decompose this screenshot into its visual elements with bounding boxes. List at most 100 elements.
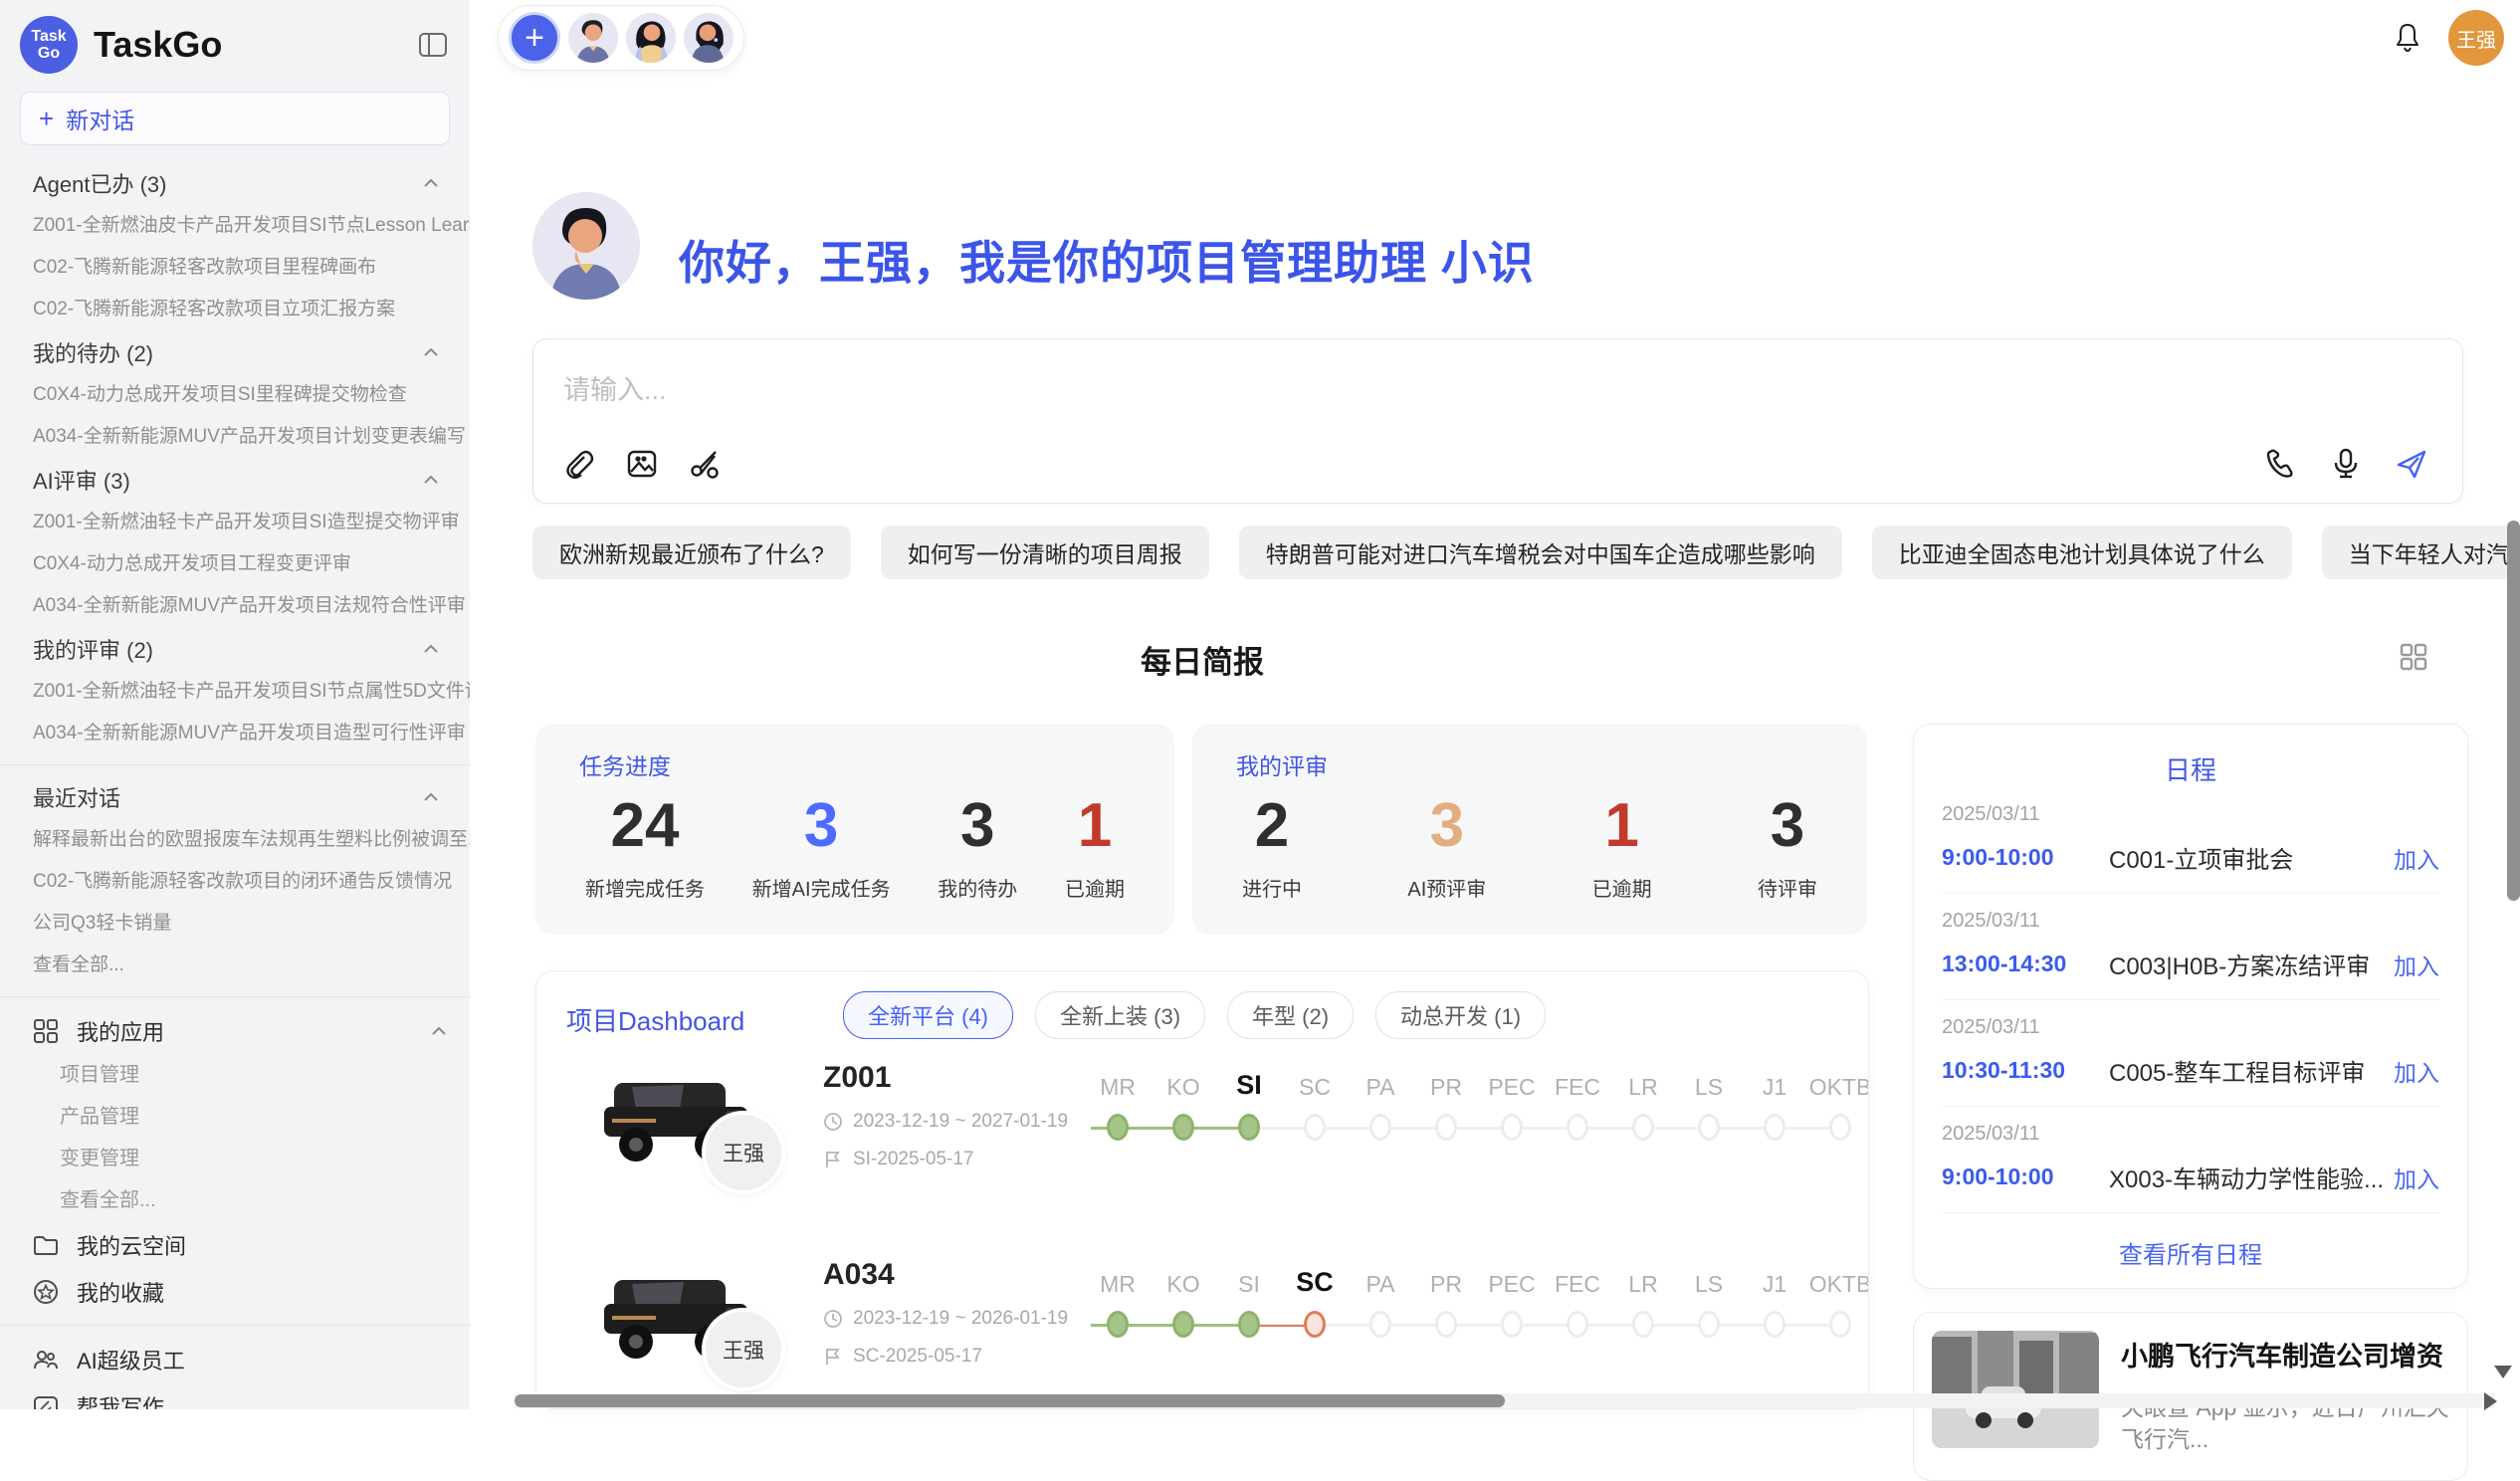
milestone-dot[interactable]	[1435, 1114, 1457, 1141]
milestone-dot-alert[interactable]	[1304, 1311, 1326, 1338]
conversation-item[interactable]: 公司Q3轻卡销量	[0, 903, 470, 945]
app-item-project-mgmt[interactable]: 项目管理	[0, 1054, 470, 1096]
sidebar-item-help-write[interactable]: 帮我写作	[0, 1382, 470, 1409]
milestone-dot[interactable]	[1369, 1114, 1391, 1141]
milestone-dot[interactable]	[1632, 1114, 1654, 1141]
schedule-event-title[interactable]: C005-整车工程目标评审	[2109, 1053, 2394, 1088]
project-row[interactable]: 王强 Z001 2023-12-19 ~ 2027-01-19 SI-2025-…	[566, 1057, 1844, 1234]
news-title[interactable]: 小鹏飞行汽车制造公司增资	[2121, 1335, 2449, 1374]
join-button[interactable]: 加入	[2394, 1054, 2439, 1088]
chevron-up-icon[interactable]	[428, 1020, 450, 1042]
schedule-event-title[interactable]: X003-车辆动力学性能验...	[2109, 1160, 2394, 1194]
scroll-down-arrow[interactable]	[2494, 1366, 2512, 1378]
section-my-review[interactable]: 我的评审 (2)	[0, 627, 470, 671]
section-recent-chats[interactable]: 最近对话	[0, 775, 470, 819]
milestone-dot[interactable]	[1764, 1114, 1785, 1141]
conversation-item[interactable]: A034-全新新能源MUV产品开发项目计划变更表编写	[0, 416, 470, 458]
milestone-dot[interactable]	[1764, 1311, 1785, 1338]
join-button[interactable]: 加入	[2394, 948, 2439, 981]
chat-input[interactable]	[561, 367, 2058, 413]
join-button[interactable]: 加入	[2394, 841, 2439, 875]
conversation-item[interactable]: C0X4-动力总成开发项目SI里程碑提交物检查	[0, 374, 470, 416]
image-icon[interactable]	[625, 447, 659, 481]
milestone-dot[interactable]	[1369, 1311, 1391, 1338]
project-name[interactable]: Z001	[823, 1061, 1068, 1095]
milestone-dot-current[interactable]	[1238, 1114, 1260, 1141]
sidebar-item-cloud-space[interactable]: 我的云空间	[0, 1221, 470, 1268]
milestone-dot-done[interactable]	[1238, 1311, 1260, 1338]
milestone-dot-done[interactable]	[1172, 1311, 1194, 1338]
app-item-product-mgmt[interactable]: 产品管理	[0, 1096, 470, 1138]
milestone-dot-done[interactable]	[1107, 1114, 1129, 1141]
milestone-dot[interactable]	[1435, 1311, 1457, 1338]
send-icon[interactable]	[2395, 447, 2428, 481]
conversation-item[interactable]: Z001-全新燃油皮卡产品开发项目SI节点Lesson Learn报告	[0, 205, 470, 247]
layout-grid-icon[interactable]	[2399, 642, 2428, 672]
vertical-scrollbar-thumb[interactable]	[2507, 521, 2520, 901]
join-button[interactable]: 加入	[2394, 1161, 2439, 1194]
project-row[interactable]: 王强 A034 2023-12-19 ~ 2026-01-19 SC-2025-…	[566, 1254, 1844, 1409]
chevron-up-icon[interactable]	[420, 172, 442, 194]
sidebar-item-favorites[interactable]: 我的收藏	[0, 1268, 470, 1315]
view-all-schedule-link[interactable]: 查看所有日程	[1914, 1235, 2467, 1270]
milestone-dot[interactable]	[1829, 1311, 1851, 1338]
microphone-icon[interactable]	[2329, 447, 2363, 481]
suggestion-chip[interactable]: 当下年轻人对汽车外观有怎样的喜好趋势	[2322, 526, 2520, 579]
team-avatar[interactable]	[626, 13, 676, 63]
new-chat-button[interactable]: + 新对话	[20, 92, 450, 145]
notification-bell-icon[interactable]	[2393, 22, 2422, 54]
section-agent-done[interactable]: Agent已办 (3)	[0, 161, 470, 205]
app-item-change-mgmt[interactable]: 变更管理	[0, 1138, 470, 1179]
suggestion-chip[interactable]: 比亚迪全固态电池计划具体说了什么	[1872, 526, 2292, 579]
milestone-dot[interactable]	[1501, 1114, 1523, 1141]
section-my-todo[interactable]: 我的待办 (2)	[0, 330, 470, 374]
tab-new-platform[interactable]: 全新平台 (4)	[843, 991, 1013, 1039]
attachment-icon[interactable]	[561, 447, 595, 481]
schedule-event-title[interactable]: C003|H0B-方案冻结评审	[2109, 947, 2394, 981]
team-avatar[interactable]	[684, 13, 734, 63]
conversation-item[interactable]: A034-全新新能源MUV产品开发项目造型可行性评审	[0, 713, 470, 754]
conversation-item[interactable]: A034-全新新能源MUV产品开发项目法规符合性评审	[0, 585, 470, 627]
tab-powertrain[interactable]: 动总开发 (1)	[1375, 991, 1546, 1039]
add-member-button[interactable]: +	[509, 12, 560, 64]
horizontal-scrollbar-thumb[interactable]	[515, 1394, 1505, 1407]
milestone-dot[interactable]	[1829, 1114, 1851, 1141]
milestone-dot[interactable]	[1698, 1114, 1720, 1141]
view-all-apps[interactable]: 查看全部...	[0, 1179, 470, 1221]
section-ai-review[interactable]: AI评审 (3)	[0, 458, 470, 502]
conversation-item[interactable]: C0X4-动力总成开发项目工程变更评审	[0, 543, 470, 585]
scroll-right-arrow[interactable]	[2484, 1392, 2497, 1410]
conversation-item[interactable]: C02-飞腾新能源轻客改款项目的闭环通告反馈情况	[0, 861, 470, 903]
conversation-item[interactable]: C02-飞腾新能源轻客改款项目里程碑画布	[0, 247, 470, 289]
conversation-item[interactable]: C02-飞腾新能源轻客改款项目立项汇报方案	[0, 289, 470, 330]
milestone-dot[interactable]	[1698, 1311, 1720, 1338]
schedule-event-title[interactable]: C001-立项审批会	[2109, 840, 2394, 875]
conversation-item[interactable]: Z001-全新燃油轻卡产品开发项目SI节点属性5D文件评审	[0, 671, 470, 713]
milestone-dot[interactable]	[1567, 1311, 1588, 1338]
chevron-up-icon[interactable]	[420, 638, 442, 660]
view-all-chats[interactable]: 查看全部...	[0, 945, 470, 986]
milestone-dot-done[interactable]	[1172, 1114, 1194, 1141]
conversation-item[interactable]: Z001-全新燃油轻卡产品开发项目SI造型提交物评审	[0, 502, 470, 543]
sidebar-item-my-apps[interactable]: 我的应用	[0, 1007, 470, 1054]
milestone-dot[interactable]	[1501, 1311, 1523, 1338]
chevron-up-icon[interactable]	[420, 469, 442, 491]
chevron-up-icon[interactable]	[420, 786, 442, 808]
tab-model-year[interactable]: 年型 (2)	[1227, 991, 1354, 1039]
suggestion-chip[interactable]: 特朗普可能对进口汽车增税会对中国车企造成哪些影响	[1239, 526, 1842, 579]
horizontal-scrollbar[interactable]	[515, 1393, 2495, 1408]
user-avatar[interactable]: 王强	[2448, 10, 2504, 66]
tab-new-body[interactable]: 全新上装 (3)	[1035, 991, 1205, 1039]
sidebar-item-ai-employee[interactable]: AI超级员工	[0, 1336, 470, 1382]
milestone-dot[interactable]	[1632, 1311, 1654, 1338]
suggestion-chip[interactable]: 如何写一份清晰的项目周报	[881, 526, 1209, 579]
team-avatar[interactable]	[568, 13, 618, 63]
milestone-dot[interactable]	[1304, 1114, 1326, 1141]
project-name[interactable]: A034	[823, 1258, 1068, 1292]
sidebar-collapse-icon[interactable]	[416, 30, 450, 60]
chevron-up-icon[interactable]	[420, 341, 442, 363]
milestone-dot-done[interactable]	[1107, 1311, 1129, 1338]
scissors-icon[interactable]	[689, 447, 723, 481]
phone-icon[interactable]	[2263, 447, 2297, 481]
conversation-item[interactable]: 解释最新出台的欧盟报废车法规再生塑料比例被调至15%...	[0, 819, 470, 861]
